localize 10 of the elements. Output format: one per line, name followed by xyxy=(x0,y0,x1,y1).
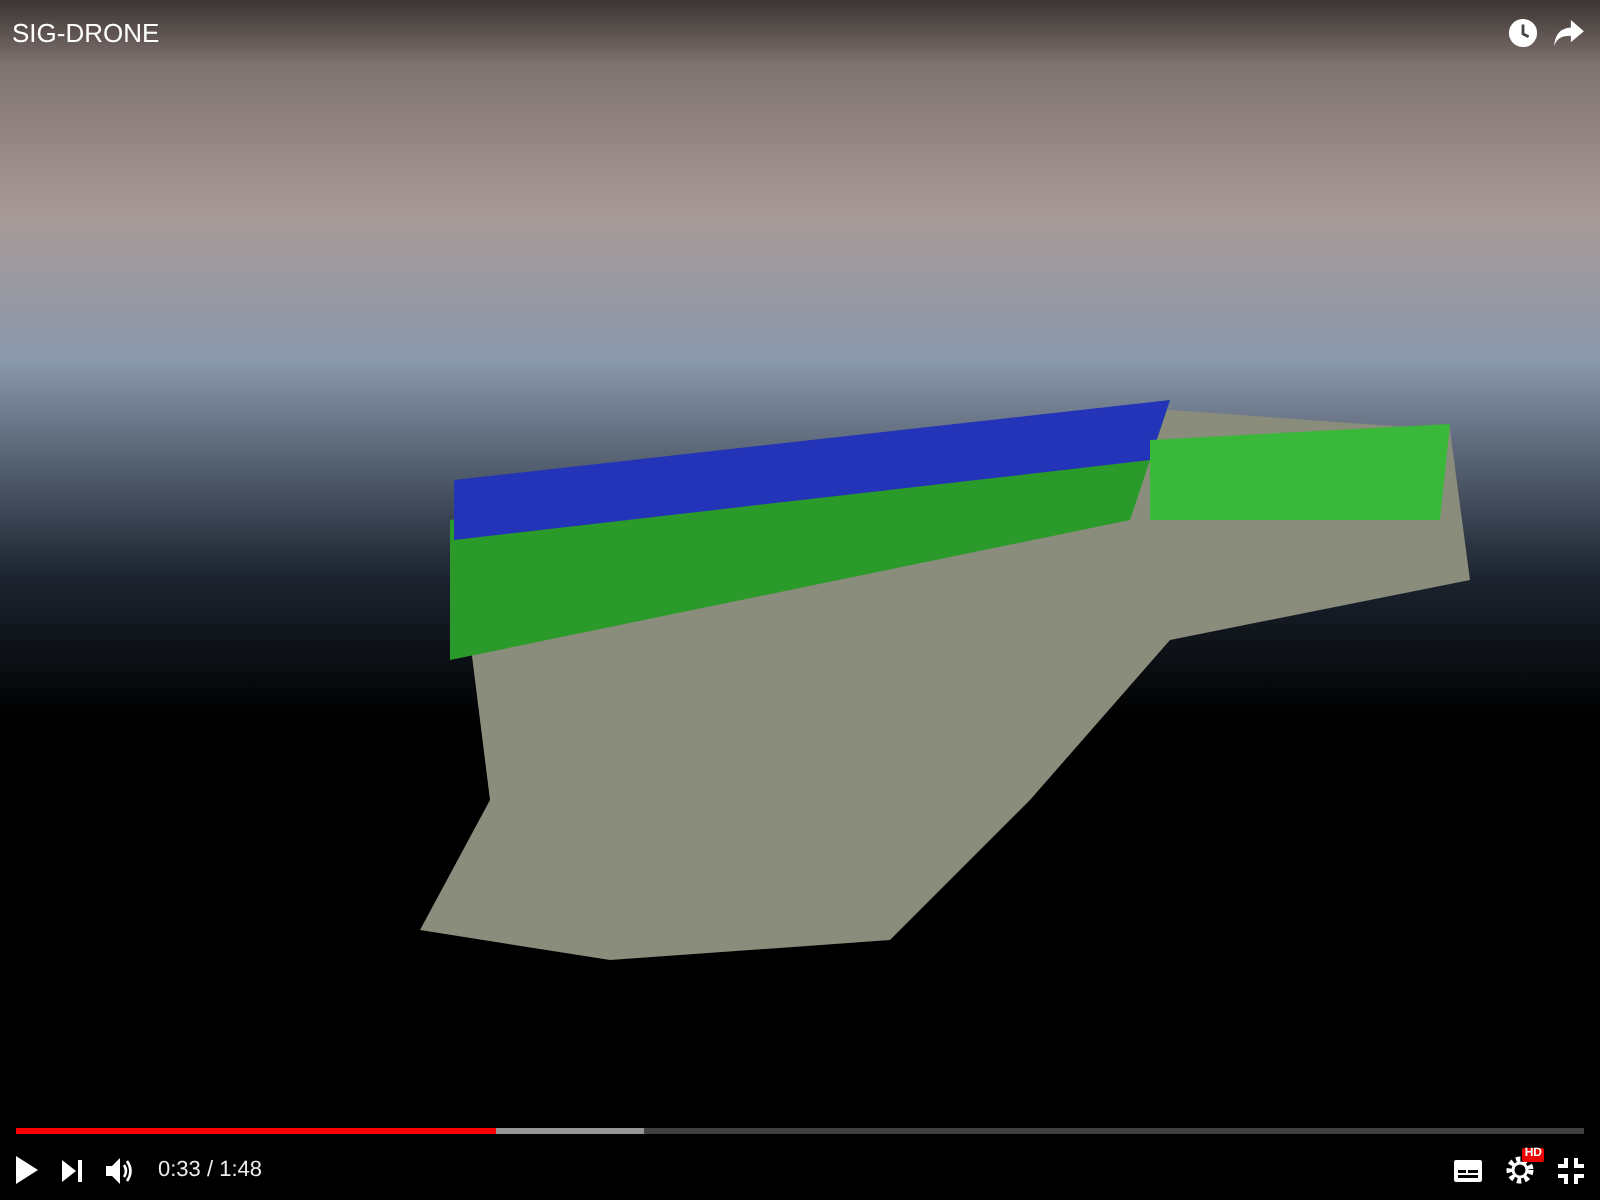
next-icon[interactable] xyxy=(62,1159,82,1181)
play-icon[interactable] xyxy=(16,1156,38,1184)
subtitles-icon[interactable] xyxy=(1454,1159,1482,1181)
exit-fullscreen-icon[interactable] xyxy=(1558,1157,1584,1183)
clock-icon[interactable] xyxy=(1508,17,1538,47)
time-display: 0:33 / 1:48 xyxy=(158,1158,262,1182)
share-icon[interactable] xyxy=(1554,19,1584,45)
settings-icon[interactable] xyxy=(1506,1156,1534,1184)
progress-track[interactable] xyxy=(16,1128,1584,1134)
volume-icon[interactable] xyxy=(106,1157,134,1183)
